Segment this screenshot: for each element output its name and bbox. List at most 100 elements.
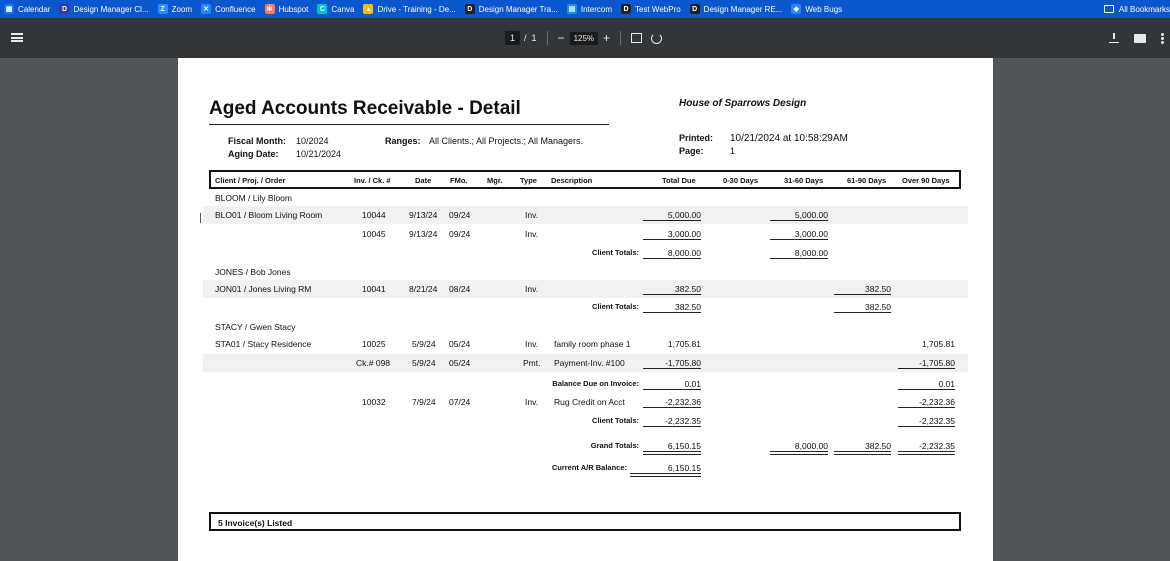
- page-number-input[interactable]: 1: [505, 31, 521, 45]
- fiscal-month-value: 10/2024: [296, 136, 329, 146]
- dm-icon: D: [464, 4, 475, 14]
- bookmark-label: Web Bugs: [805, 4, 843, 14]
- amount-31-60: 3,000.00: [770, 229, 828, 240]
- fiscal-month: 05/24: [449, 339, 471, 349]
- title-rule: [209, 124, 609, 125]
- invoice-number: 10025: [362, 339, 386, 349]
- total-due: -2,232.36: [643, 397, 701, 408]
- doc-type: Inv.: [525, 397, 539, 407]
- rotate-icon[interactable]: [651, 32, 663, 44]
- jira-icon: ◆: [791, 4, 802, 14]
- invoice-number: 10032: [362, 397, 386, 407]
- client-totals-label: Client Totals:: [592, 248, 639, 257]
- bookmark-item[interactable]: Z Zoom: [157, 0, 192, 18]
- menu-icon[interactable]: [11, 33, 23, 42]
- dm-icon: D: [59, 4, 70, 14]
- canva-icon: C: [317, 4, 328, 14]
- client-total-due: 382.50: [643, 302, 701, 313]
- dm-icon: D: [621, 4, 632, 14]
- aging-date-label: Aging Date:: [228, 149, 279, 159]
- grand-total-31-60: 8,000.00: [770, 441, 828, 452]
- page-separator: /: [524, 33, 527, 43]
- invoice-date: 8/21/24: [409, 284, 438, 294]
- total-due: 1,705.81: [667, 339, 701, 349]
- balance-over-90: 0.01: [898, 379, 955, 390]
- client-totals-label: Client Totals:: [592, 416, 639, 425]
- bookmark-item[interactable]: D Design Manager Cl...: [59, 0, 149, 18]
- description: Rug Credit on Acct: [554, 397, 625, 407]
- total-due: 382.50: [643, 284, 701, 295]
- intercom-icon: ▤: [566, 4, 577, 14]
- bookmark-item[interactable]: ◆ Web Bugs: [791, 0, 842, 18]
- invoice-date: 9/13/24: [409, 210, 438, 220]
- footer-box: [209, 512, 961, 531]
- download-icon[interactable]: [1109, 33, 1119, 43]
- client-total-61-90: 382.50: [834, 302, 891, 313]
- client-name: BLOOM / Lily Bloom: [215, 193, 292, 203]
- col-inv: Inv. / Ck. #: [354, 176, 391, 185]
- project-name: STA01 / Stacy Residence: [215, 339, 312, 349]
- grand-total-over-90: -2,232.35: [898, 441, 955, 452]
- col-total: Total Due: [662, 176, 696, 185]
- amount-over-90: -2,232.36: [898, 397, 955, 408]
- bookmark-label: Canva: [331, 4, 355, 14]
- bookmark-label: Calendar: [18, 4, 51, 14]
- doc-type: Inv.: [525, 339, 539, 349]
- all-bookmarks-button[interactable]: All Bookmarks: [1103, 0, 1170, 18]
- zoom-in-button[interactable]: +: [603, 31, 610, 45]
- print-icon[interactable]: [1134, 33, 1146, 43]
- payment-date: 5/9/24: [412, 358, 436, 368]
- balance-total-due: 0.01: [643, 379, 701, 390]
- bookmark-item[interactable]: ▦ Calendar: [4, 0, 50, 18]
- bookmark-item[interactable]: ✻ Hubspot: [264, 0, 308, 18]
- zoom-out-button[interactable]: −: [558, 31, 565, 45]
- col-31-60: 31-60 Days: [784, 176, 824, 185]
- check-number: Ck.# 098: [356, 358, 391, 368]
- col-date: Date: [415, 176, 432, 185]
- aging-date-value: 10/21/2024: [296, 149, 342, 159]
- total-due: 5,000.00: [643, 210, 701, 221]
- bookmark-label: Design Manager Cl...: [73, 4, 149, 14]
- col-fmo: FMo.: [450, 176, 468, 185]
- bookmark-item[interactable]: D Test WebPro: [621, 0, 681, 18]
- printed-value: 10/21/2024 at 10:58:29AM: [730, 133, 848, 144]
- col-over-90: Over 90 Days: [902, 176, 950, 185]
- bookmark-item[interactable]: ✕ Confluence: [201, 0, 256, 18]
- double-underline: [770, 454, 828, 455]
- fiscal-month: 07/24: [449, 397, 471, 407]
- double-underline: [630, 476, 701, 477]
- bookmark-item[interactable]: D Design Manager RE...: [689, 0, 783, 18]
- invoice-date: 7/9/24: [412, 397, 436, 407]
- amount-31-60: 5,000.00: [770, 210, 828, 221]
- bookmark-item[interactable]: ▲ Drive - Training - De...: [363, 0, 456, 18]
- fit-page-icon[interactable]: [631, 33, 643, 43]
- bookmark-label: Design Manager Tra...: [478, 4, 558, 14]
- zoom-level-input[interactable]: 125%: [569, 31, 599, 45]
- calendar-icon: ▦: [4, 4, 14, 14]
- grand-total-61-90: 382.50: [834, 441, 891, 452]
- client-total-due: -2,232.35: [643, 416, 701, 427]
- toolbar-divider: [546, 31, 548, 45]
- bookmark-item[interactable]: D Design Manager Tra...: [464, 0, 558, 18]
- bookmark-item[interactable]: C Canva: [317, 0, 354, 18]
- fiscal-month-label: Fiscal Month:: [228, 136, 286, 146]
- report-title: Aged Accounts Receivable - Detail: [209, 98, 521, 119]
- current-balance-value: 6,150.15: [630, 463, 701, 474]
- bookmark-label: Confluence: [215, 4, 256, 14]
- description: Payment-Inv. #100: [554, 358, 625, 368]
- client-total-due: 8,000.00: [643, 248, 701, 259]
- doc-type: Inv.: [525, 210, 539, 220]
- grand-totals-label: Grand Totals:: [590, 441, 639, 450]
- client-name: JONES / Bob Jones: [215, 267, 291, 277]
- doc-type: Inv.: [525, 229, 539, 239]
- company-name: House of Sparrows Design: [679, 98, 807, 109]
- bookmark-label: Design Manager RE...: [703, 4, 783, 14]
- confluence-icon: ✕: [201, 4, 212, 14]
- bookmark-item[interactable]: ▤ Intercom: [566, 0, 612, 18]
- fiscal-month: 08/24: [449, 284, 471, 294]
- more-options-icon[interactable]: [1161, 32, 1164, 44]
- double-underline: [643, 454, 701, 455]
- page-label: Page:: [679, 146, 704, 156]
- bookmark-label: Drive - Training - De...: [377, 4, 456, 14]
- invoice-date: 9/13/24: [409, 229, 438, 239]
